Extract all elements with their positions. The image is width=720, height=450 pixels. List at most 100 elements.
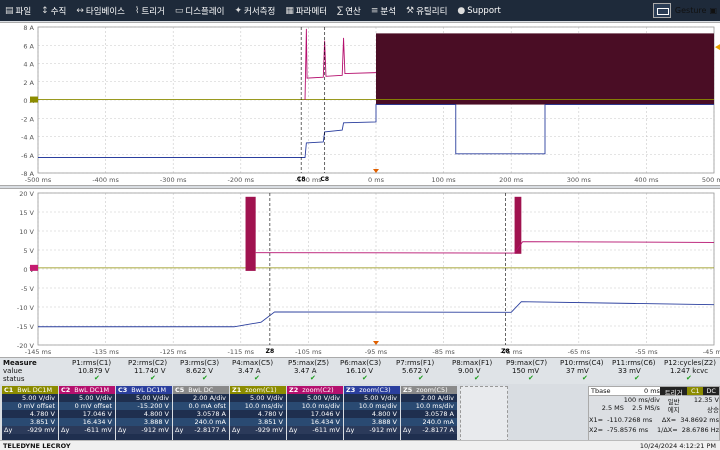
measure-param-name[interactable]: P10:rms(C4) [560, 359, 604, 367]
measure-param-name[interactable]: P12:cycles(Z2) [664, 359, 716, 367]
menu-bar: ▤ 파일 ↕ 수직 ↔ 타임베이스 ⌇ 트리거 ▭ 디스플레이 ✦ 커서측정 ▦ 파라메터 ∑ 연산 ≡ 분석 ⚒ 유… [0, 0, 720, 21]
channel-value: 5.00 V/div [364, 394, 397, 402]
params-icon: ▦ [285, 5, 294, 16]
top-cursor-label: C8 [297, 176, 306, 183]
top-y-tick: 2 A [23, 79, 34, 87]
measure-param-name[interactable]: P11:rms(C6) [612, 359, 656, 367]
menu-item-9[interactable]: ⚒ 유틸리티 [401, 0, 452, 21]
gesture-label[interactable]: Gesture [675, 6, 707, 15]
cursor-x1: X1= -110.7268 ms [589, 416, 653, 424]
channel-descriptor-c5[interactable]: C5 BwL DC 2.00 A/div 0.0 mA ofst 3.0578 A 240… [173, 386, 229, 442]
menu-item-5[interactable]: ✦ 커서측정 [230, 0, 281, 21]
channel-descriptor-z1[interactable]: Z1 zoom(C1) 5.00 V/div 10.0 ms/div 4.780 V 3.… [230, 386, 286, 442]
top-y-tick: 6 A [23, 42, 34, 50]
file-icon: ▤ [5, 5, 14, 16]
channel-name: Z1 [232, 386, 242, 394]
channel-value: 17.046 V [310, 410, 340, 418]
status-check-icon: ✔ [254, 374, 260, 382]
menu-item-label: 연산 [345, 6, 361, 17]
menu-item-3[interactable]: ⌇ 트리거 [130, 0, 170, 21]
measure-param-name[interactable]: P4:max(C5) [232, 359, 273, 367]
timebase-t0: 0 ms [644, 387, 660, 395]
bot-y-tick: 15 V [19, 209, 34, 217]
channel-descriptor-c1[interactable]: C1 BwL DC1M 5.00 V/div 0 mV offset 4.780 V 3.… [2, 386, 58, 442]
status-check-icon: ✔ [418, 374, 424, 382]
menu-item-label: 유틸리티 [416, 6, 448, 17]
cursor-row1: X1= -110.7268 ms ΔX= 34.8692 ms [589, 416, 719, 426]
trigger-coupling: DC [703, 387, 719, 395]
top-burst-region [376, 33, 714, 105]
channel-value: 0 mV offset [17, 402, 55, 410]
menu-item-2[interactable]: ↔ 타임베이스 [71, 0, 130, 21]
status-check-icon: ✔ [310, 374, 316, 382]
bot-y-tick: -10 V [17, 304, 35, 312]
bot-x-tick: -45 ms [703, 348, 720, 356]
menu-item-10[interactable]: ● Support [452, 0, 505, 21]
trigger-level: 12.35 V [693, 396, 719, 404]
channel-descriptor-z5[interactable]: Z5 zoom(C5) 2.00 A/div 10.0 ms/div 3.0578 A2… [401, 386, 457, 442]
channel-descriptor-z3[interactable]: Z3 zoom(C3) 5.00 V/div 10.0 ms/div 4.800 V 3.… [344, 386, 400, 442]
channel-name: C2 [61, 386, 71, 394]
z2-ground-marker [30, 264, 38, 271]
top-y-tick: -6 A [21, 152, 35, 160]
channel-descriptor-c3[interactable]: C3 BwL DC1M 5.00 V/div -15.200 V 4.800 V 3.88… [116, 386, 172, 442]
zoom-grid[interactable]: 20 V 15 V 10 V5 V0 V -5 V -10 V -15 V -20 V -14… [0, 188, 720, 358]
measure-param-name[interactable]: P1:rms(C1) [72, 359, 111, 367]
channel-value: 3.888 V [371, 418, 397, 426]
measure-param-name[interactable]: P8:max(F1) [452, 359, 492, 367]
top-grid[interactable]: 8 A6 A4 A2 A0 A -2 A -4 A -6 A -8 A -500 ms -4… [0, 22, 720, 186]
menu-item-4[interactable]: ▭ 디스플레이 [170, 0, 230, 21]
cursor-row2: X2= -75.8576 ms 1/ΔX= 28.6786 Hz [589, 426, 719, 436]
measure-row-label: value [3, 367, 23, 375]
measure-param-name[interactable]: P3:rms(C3) [180, 359, 219, 367]
measure-param-name[interactable]: P5:max(Z5) [288, 359, 329, 367]
empty-descriptor-slot[interactable] [460, 386, 508, 442]
bot-x-tick: -65 ms [568, 348, 591, 356]
top-x-tick: -400 ms [92, 176, 119, 184]
window-layout-icon[interactable] [652, 3, 671, 18]
menu-item-8[interactable]: ≡ 분석 [366, 0, 401, 21]
channel-value: 0 mV offset [74, 402, 112, 410]
bot-y-tick: 20 V [19, 190, 34, 198]
measure-param-name[interactable]: P9:max(C7) [506, 359, 547, 367]
channel-descriptor-c2[interactable]: C2 BwL DC1M 5.00 V/div 0 mV offset 17.046 V1… [59, 386, 115, 442]
timebase-header: Tbase 0 ms 트리거 C1 DC [589, 387, 719, 397]
analysis-icon: ≡ [370, 5, 379, 16]
delta-y-label: Δy [61, 426, 70, 434]
brand-logo: TELEDYNE LECROY [3, 442, 71, 450]
delta-y-label: Δy [289, 426, 298, 434]
measure-param-name[interactable]: P7:rms(F1) [396, 359, 434, 367]
channel-descriptor-z2[interactable]: Z2 zoom(C2) 5.00 V/div 10.0 ms/div 17.046 V1… [287, 386, 343, 442]
channel-value: -912 mV [369, 426, 397, 434]
bot-x-tick: -85 ms [432, 348, 455, 356]
timebase-label: Tbase [591, 387, 611, 395]
bot-x-tick: -145 ms [25, 348, 52, 356]
timebase-row1: 100 ms/div 일반 12.35 V [589, 396, 719, 406]
delta-y-label: Δy [175, 426, 184, 434]
menu-item-7[interactable]: ∑ 연산 [332, 0, 366, 21]
channel-value: 10.0 ms/div [301, 402, 340, 410]
menu-item-1[interactable]: ↕ 수직 [36, 0, 71, 21]
timebase-panel[interactable]: Tbase 0 ms 트리거 C1 DC 100 ms/div 일반 12.35… [588, 386, 720, 442]
bot-y-tick: 5 V [23, 247, 34, 255]
measure-param-name[interactable]: P2:rms(C2) [128, 359, 167, 367]
channel-value: 2.00 A/div [193, 394, 226, 402]
zoom-cursor-label: Z8 [266, 348, 275, 355]
top-x-tick: -200 ms [228, 176, 255, 184]
channel-name: C1 [4, 386, 14, 394]
channel-name: Z5 [403, 386, 413, 394]
menu-item-6[interactable]: ▦ 파라메터 [280, 0, 332, 21]
measure-param-name[interactable]: P6:max(C3) [340, 359, 381, 367]
top-y-tick: -2 A [21, 115, 35, 123]
measure-param-value: 5.672 V [402, 367, 430, 375]
channel-value: 16.434 V [82, 418, 112, 426]
channel-value: -912 mV [141, 426, 169, 434]
status-check-icon: ✔ [582, 374, 588, 382]
bot-x-tick: -55 ms [635, 348, 658, 356]
channel-value: 16.434 V [310, 418, 340, 426]
gesture-toggle-icon[interactable]: ▣ [709, 6, 717, 15]
top-x-tick: -500 ms [25, 176, 52, 184]
menu-item-0[interactable]: ▤ 파일 [0, 0, 36, 21]
channel-value: 2.00 A/div [421, 394, 454, 402]
display-icon: ▭ [174, 5, 184, 16]
